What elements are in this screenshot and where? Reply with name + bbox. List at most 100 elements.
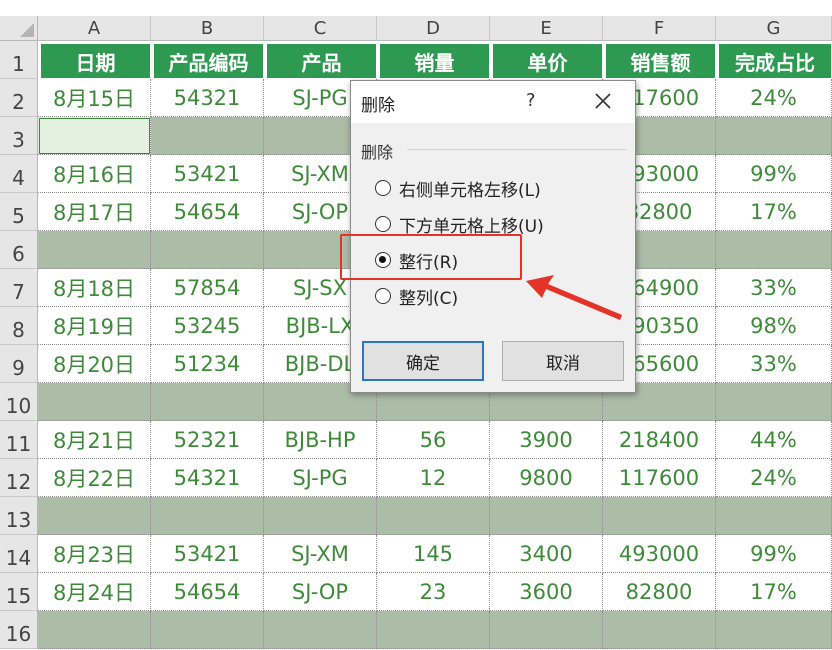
- header-cell[interactable]: 销量: [377, 41, 490, 79]
- row-header-15[interactable]: 15: [0, 573, 38, 611]
- table-cell[interactable]: 24%: [716, 459, 832, 497]
- row-header-12[interactable]: 12: [0, 459, 38, 497]
- column-header-b[interactable]: B: [151, 16, 264, 41]
- table-cell[interactable]: SJ-XM: [264, 535, 377, 573]
- table-cell[interactable]: [151, 383, 264, 421]
- ok-button[interactable]: 确定: [362, 341, 484, 381]
- table-cell[interactable]: [38, 231, 151, 269]
- table-cell[interactable]: [151, 611, 264, 649]
- row-header-13[interactable]: 13: [0, 497, 38, 535]
- table-cell[interactable]: [603, 497, 716, 535]
- row-header-9[interactable]: 9: [0, 345, 38, 383]
- table-cell[interactable]: 99%: [716, 535, 832, 573]
- header-cell[interactable]: 产品: [264, 41, 377, 79]
- column-header-f[interactable]: F: [603, 16, 716, 41]
- table-cell[interactable]: 3900: [490, 421, 603, 459]
- row-header-1[interactable]: 1: [0, 41, 38, 79]
- table-cell[interactable]: [716, 117, 832, 155]
- table-cell[interactable]: 145: [377, 535, 490, 573]
- table-cell[interactable]: 54321: [151, 79, 264, 117]
- table-cell[interactable]: 493000: [603, 535, 716, 573]
- table-cell[interactable]: 12: [377, 459, 490, 497]
- table-cell[interactable]: 218400: [603, 421, 716, 459]
- radio-button-icon[interactable]: [375, 180, 391, 196]
- table-cell[interactable]: [151, 231, 264, 269]
- table-cell[interactable]: 8月22日: [38, 459, 151, 497]
- table-cell[interactable]: 53421: [151, 535, 264, 573]
- table-cell[interactable]: [38, 497, 151, 535]
- table-cell[interactable]: 9800: [490, 459, 603, 497]
- radio-button-icon[interactable]: [375, 216, 391, 232]
- table-cell[interactable]: [151, 117, 264, 155]
- table-cell[interactable]: 8月17日: [38, 193, 151, 231]
- table-cell[interactable]: [716, 497, 832, 535]
- table-cell[interactable]: 17%: [716, 193, 832, 231]
- table-cell[interactable]: 54654: [151, 573, 264, 611]
- table-cell[interactable]: 54654: [151, 193, 264, 231]
- header-cell[interactable]: 销售额: [603, 41, 716, 79]
- radio-shift-cells-up[interactable]: 下方单元格上移(U): [375, 212, 544, 237]
- table-cell[interactable]: 54321: [151, 459, 264, 497]
- row-header-2[interactable]: 2: [0, 79, 38, 117]
- table-cell[interactable]: 33%: [716, 269, 832, 307]
- row-header-4[interactable]: 4: [0, 155, 38, 193]
- table-cell[interactable]: 53421: [151, 155, 264, 193]
- table-cell[interactable]: 99%: [716, 155, 832, 193]
- table-cell[interactable]: 8月18日: [38, 269, 151, 307]
- column-header-c[interactable]: C: [264, 16, 377, 41]
- row-header-14[interactable]: 14: [0, 535, 38, 573]
- radio-shift-cells-left[interactable]: 右侧单元格左移(L): [375, 176, 541, 201]
- table-cell[interactable]: 23: [377, 573, 490, 611]
- row-header-3[interactable]: 3: [0, 117, 38, 155]
- table-cell[interactable]: 8月19日: [38, 307, 151, 345]
- table-cell[interactable]: 52321: [151, 421, 264, 459]
- table-cell[interactable]: 8月15日: [38, 79, 151, 117]
- table-cell[interactable]: 8月23日: [38, 535, 151, 573]
- row-header-7[interactable]: 7: [0, 269, 38, 307]
- table-cell[interactable]: 8月16日: [38, 155, 151, 193]
- header-cell[interactable]: 产品编码: [151, 41, 264, 79]
- select-all-corner[interactable]: [0, 16, 38, 41]
- table-cell[interactable]: SJ-OP: [264, 573, 377, 611]
- column-header-a[interactable]: A: [38, 16, 151, 41]
- table-cell[interactable]: 98%: [716, 307, 832, 345]
- table-cell[interactable]: [490, 497, 603, 535]
- row-header-16[interactable]: 16: [0, 611, 38, 649]
- radio-button-icon[interactable]: [375, 288, 391, 304]
- row-header-10[interactable]: 10: [0, 383, 38, 421]
- close-icon[interactable]: [589, 87, 617, 115]
- table-cell[interactable]: SJ-PG: [264, 459, 377, 497]
- row-header-5[interactable]: 5: [0, 193, 38, 231]
- table-cell[interactable]: 8月24日: [38, 573, 151, 611]
- header-cell[interactable]: 日期: [38, 41, 151, 79]
- table-cell[interactable]: 8月21日: [38, 421, 151, 459]
- column-header-d[interactable]: D: [377, 16, 490, 41]
- row-header-6[interactable]: 6: [0, 231, 38, 269]
- table-cell[interactable]: 117600: [603, 459, 716, 497]
- table-cell[interactable]: BJB-HP: [264, 421, 377, 459]
- help-button[interactable]: ?: [526, 90, 536, 111]
- table-cell[interactable]: [377, 497, 490, 535]
- table-cell[interactable]: 8月20日: [38, 345, 151, 383]
- table-cell[interactable]: 44%: [716, 421, 832, 459]
- cancel-button[interactable]: 取消: [502, 341, 624, 381]
- table-cell[interactable]: [716, 611, 832, 649]
- table-cell[interactable]: 56: [377, 421, 490, 459]
- column-header-g[interactable]: G: [716, 16, 832, 41]
- table-cell[interactable]: [264, 611, 377, 649]
- table-cell[interactable]: [603, 611, 716, 649]
- radio-entire-column[interactable]: 整列(C): [375, 284, 458, 309]
- table-cell[interactable]: 33%: [716, 345, 832, 383]
- table-cell[interactable]: 51234: [151, 345, 264, 383]
- table-cell[interactable]: [490, 611, 603, 649]
- table-cell[interactable]: [716, 383, 832, 421]
- table-cell[interactable]: 24%: [716, 79, 832, 117]
- active-cell[interactable]: [38, 117, 151, 155]
- table-cell[interactable]: 3400: [490, 535, 603, 573]
- table-cell[interactable]: [151, 497, 264, 535]
- column-header-e[interactable]: E: [490, 16, 603, 41]
- table-cell[interactable]: 53245: [151, 307, 264, 345]
- row-header-11[interactable]: 11: [0, 421, 38, 459]
- table-cell[interactable]: [377, 611, 490, 649]
- row-header-8[interactable]: 8: [0, 307, 38, 345]
